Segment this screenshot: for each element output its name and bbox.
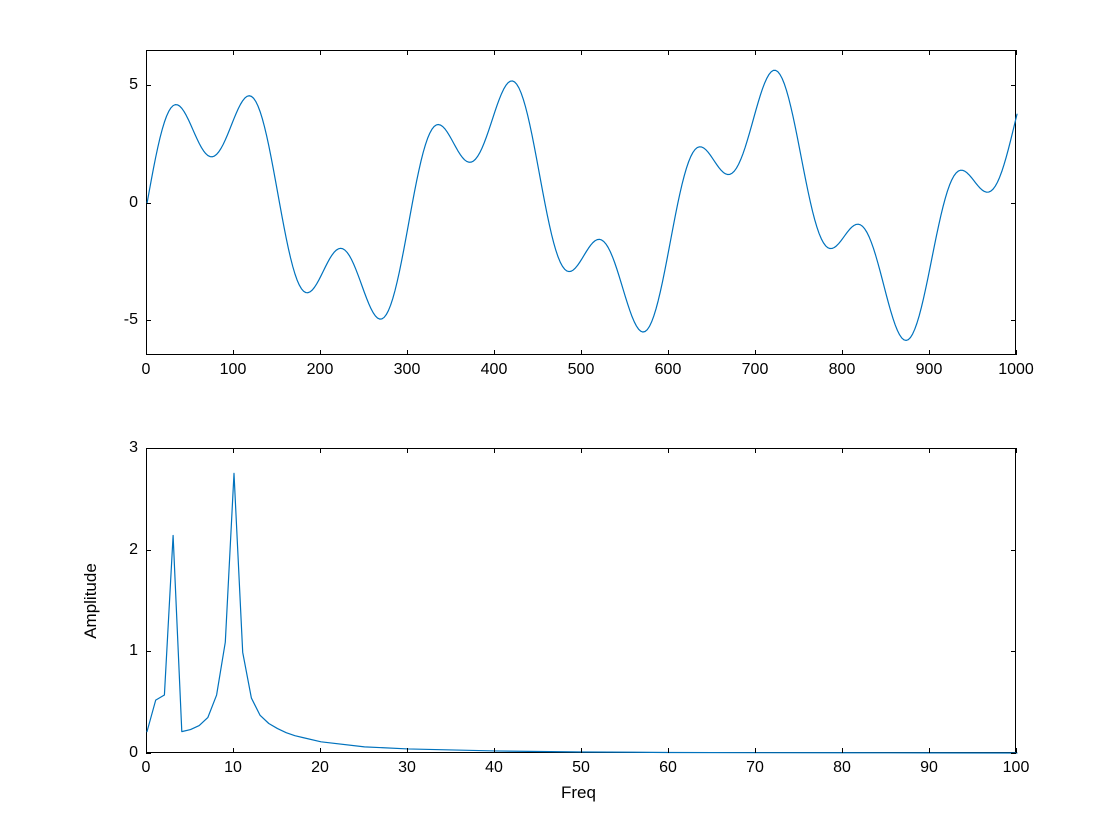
x-tick-label: 30 [398,759,416,777]
x-tick [668,50,669,55]
y-tick-label: 5 [129,76,138,94]
y-tick-label: 3 [129,439,138,457]
x-tick-label: 100 [220,361,247,379]
axes-spectrum-xlabel: Freq [561,783,596,803]
figure: Freq Amplitude 0100200300400500600700800… [0,0,1120,840]
y-tick-label: 1 [129,642,138,660]
y-tick-label: 0 [129,194,138,212]
x-tick-label: 500 [568,361,595,379]
x-tick [668,350,669,355]
x-tick [146,50,147,55]
x-tick [755,748,756,753]
y-tick [146,320,151,321]
x-tick [581,448,582,453]
y-tick [1011,448,1016,449]
line-signal [147,51,1015,354]
x-tick [842,748,843,753]
y-tick [146,448,151,449]
x-tick-label: 70 [746,759,764,777]
y-tick-label: -5 [124,311,138,329]
x-tick [233,448,234,453]
x-tick-label: 0 [142,759,151,777]
x-tick [407,50,408,55]
x-tick [929,350,930,355]
x-tick [929,50,930,55]
y-tick [146,550,151,551]
x-tick [842,350,843,355]
x-tick [320,448,321,453]
x-tick-label: 400 [481,361,508,379]
x-tick [320,748,321,753]
y-tick-label: 2 [129,541,138,559]
x-tick [320,50,321,55]
x-tick [581,50,582,55]
y-tick [1011,753,1016,754]
x-tick-label: 800 [829,361,856,379]
x-tick [233,50,234,55]
x-tick-label: 20 [311,759,329,777]
x-tick-label: 300 [394,361,421,379]
y-tick [1011,651,1016,652]
y-tick [146,753,151,754]
x-tick-label: 10 [224,759,242,777]
x-tick [755,350,756,355]
y-tick [146,651,151,652]
x-tick [233,748,234,753]
x-tick-label: 0 [142,361,151,379]
x-tick [494,350,495,355]
x-tick [929,448,930,453]
x-tick [755,448,756,453]
x-tick [668,748,669,753]
y-tick-label: 0 [129,744,138,762]
x-tick-label: 100 [1003,759,1030,777]
x-tick [320,350,321,355]
x-tick [407,350,408,355]
x-tick-label: 900 [916,361,943,379]
x-tick-label: 50 [572,759,590,777]
x-tick [494,748,495,753]
line-spectrum [147,449,1015,752]
x-tick-label: 200 [307,361,334,379]
x-tick-label: 40 [485,759,503,777]
y-tick [1011,320,1016,321]
x-tick [407,448,408,453]
x-tick [407,748,408,753]
x-tick [929,748,930,753]
x-tick [1016,448,1017,453]
x-tick [842,50,843,55]
x-tick [1016,350,1017,355]
x-tick-label: 80 [833,759,851,777]
x-tick [146,350,147,355]
x-tick [1016,50,1017,55]
x-tick-label: 1000 [998,361,1034,379]
x-tick [233,350,234,355]
x-tick-label: 90 [920,759,938,777]
x-tick [494,448,495,453]
x-tick [494,50,495,55]
y-tick [1011,203,1016,204]
y-tick [146,203,151,204]
x-tick-label: 700 [742,361,769,379]
x-tick [668,448,669,453]
axes-spectrum [146,448,1016,753]
x-tick [842,448,843,453]
axes-spectrum-ylabel: Amplitude [81,563,101,639]
x-tick-label: 600 [655,361,682,379]
x-tick [1016,748,1017,753]
y-tick [146,85,151,86]
y-tick [1011,85,1016,86]
axes-signal [146,50,1016,355]
y-tick [1011,550,1016,551]
x-tick [581,350,582,355]
x-tick-label: 60 [659,759,677,777]
x-tick [581,748,582,753]
x-tick [755,50,756,55]
